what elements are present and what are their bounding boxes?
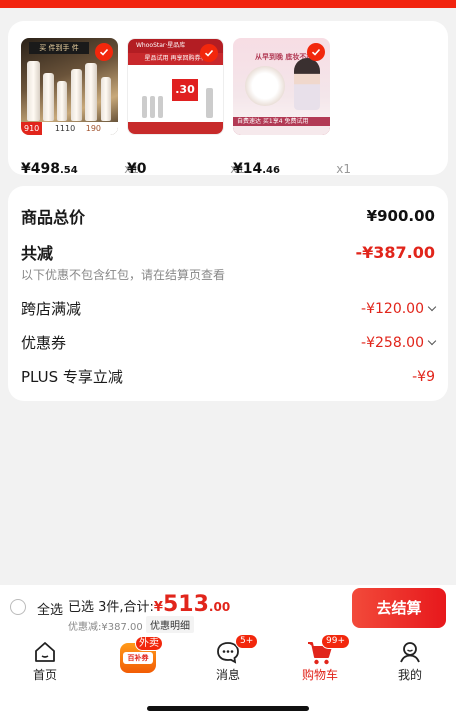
checkout-button[interactable]: 去结算: [352, 588, 446, 628]
discount-item-amount: -¥258.00: [361, 334, 424, 351]
top-status-bar: [0, 0, 456, 8]
product-item-3[interactable]: 从早到晚 底妆不掉 自费速达 买1享4 免费试用 ¥14.46 x1: [233, 38, 351, 177]
thumb-price-bar: 910 1110 190: [21, 122, 118, 135]
selected-count-text: 已选 3件,合计:: [68, 600, 154, 615]
tab-profile[interactable]: 我的: [375, 637, 445, 683]
selected-summary: 已选 3件,合计:¥513.00: [68, 592, 230, 617]
profile-icon: [375, 637, 445, 665]
cushion-compact-image: [245, 66, 285, 106]
product-card: 买 件到手 件 910 1110 190 ¥498.54 x1 WhooStar…: [8, 21, 448, 177]
total-price-row: 商品总价 ¥900.00: [21, 204, 435, 228]
cross-store-discount-row[interactable]: 跨店满减 -¥120.00: [21, 298, 437, 319]
product-thumbnail[interactable]: 从早到晚 底妆不掉 自费速达 买1享4 免费试用: [233, 38, 330, 135]
product-thumbnail[interactable]: WhooStar·星品库 星品试用 再享回购券礼 .30: [127, 38, 224, 135]
message-icon: 5+: [193, 634, 263, 665]
product-item-2[interactable]: WhooStar·星品库 星品试用 再享回购券礼 .30 ¥0 x1: [127, 38, 245, 177]
thumb-price-text: 1110: [54, 124, 76, 133]
price-main: ¥0: [127, 161, 147, 177]
plus-discount-row: PLUS 专享立减 -¥9: [21, 366, 435, 387]
total-decimal: .00: [208, 600, 231, 614]
message-badge: 5+: [235, 634, 259, 649]
discount-item-value: -¥258.00: [361, 334, 437, 351]
discount-item-amount: -¥120.00: [361, 300, 424, 317]
cart-badge: 99+: [321, 634, 350, 649]
discount-item-label: 跨店满减: [21, 300, 82, 318]
discount-total-label: 共减: [21, 244, 54, 263]
tab-home[interactable]: 首页: [10, 637, 80, 683]
takeout-badge: 外卖: [135, 636, 163, 651]
product-price: ¥14.46: [233, 161, 280, 177]
chevron-down-icon: [427, 302, 437, 311]
select-all-label[interactable]: 全选: [37, 599, 63, 618]
discount-note: 以下优惠不包含红包，请在结算页查看: [21, 268, 226, 282]
home-indicator: [147, 706, 309, 711]
bottle-image: [27, 61, 40, 121]
tab-label: 我的: [397, 668, 422, 682]
tab-label: 首页: [32, 668, 57, 682]
vial-image: [150, 96, 155, 118]
bottom-tab-bar: 首页 百补券 外卖 5+ 消息 99+ 购物车 我的: [0, 634, 456, 687]
thumb-price-end: 190: [85, 124, 102, 133]
check-icon[interactable]: [95, 43, 113, 61]
total-price-value: ¥900.00: [366, 207, 435, 225]
thumb-footer: [128, 122, 223, 134]
select-all-radio[interactable]: [10, 599, 26, 615]
discount-item-label: 优惠券: [21, 334, 67, 352]
cart-icon: 99+: [285, 634, 355, 665]
tab-messages[interactable]: 5+ 消息: [193, 634, 263, 683]
product-price: ¥0: [127, 161, 146, 177]
thumb-price-tag: 910: [21, 122, 43, 135]
product-thumbnail[interactable]: 买 件到手 件 910 1110 190: [21, 38, 118, 135]
discount-item-value: -¥120.00: [361, 300, 437, 317]
price-main: ¥14: [233, 161, 263, 177]
discount-item-label: PLUS 专享立减: [21, 368, 123, 386]
bottle-image: [43, 73, 54, 121]
vial-image: [142, 96, 147, 118]
chevron-down-icon: [427, 336, 437, 345]
price-decimal: .46: [262, 165, 280, 176]
total-integer: 513: [162, 592, 209, 617]
discount-total-row: 共减 -¥387.00: [21, 240, 435, 264]
vial-image: [206, 88, 213, 118]
bottle-image: [85, 63, 97, 121]
model-image: [294, 58, 320, 110]
bottle-image: [101, 77, 111, 121]
vial-image: [158, 96, 163, 118]
discount-item-value: -¥9: [412, 368, 435, 385]
bottle-image: [57, 81, 67, 121]
tab-label: 购物车: [301, 668, 338, 682]
thumb-tag: .30: [172, 79, 198, 101]
cart-total: ¥513.00: [153, 592, 231, 617]
check-icon[interactable]: [200, 44, 218, 62]
subsidy-label: 百补券: [123, 652, 153, 664]
product-price: ¥498.54: [21, 161, 78, 177]
discount-detail-button[interactable]: 优惠明细: [146, 616, 194, 633]
discount-amount-text: 优惠减:¥387.00: [68, 622, 143, 633]
tab-cart[interactable]: 99+ 购物车: [285, 634, 355, 683]
thumb-footer-strip: [233, 126, 330, 135]
bottle-image: [71, 69, 82, 121]
product-item-1[interactable]: 买 件到手 件 910 1110 190 ¥498.54 x1: [21, 38, 139, 177]
price-decimal: .54: [59, 165, 78, 176]
product-qty: x1: [336, 162, 351, 176]
thumb-banner: 买 件到手 件: [29, 42, 89, 54]
check-icon[interactable]: [307, 43, 325, 61]
tab-subsidy[interactable]: 百补券 外卖: [103, 636, 173, 677]
discount-total-value: -¥387.00: [355, 242, 435, 262]
home-icon: [10, 637, 80, 665]
thumb-foot-text: 自费速达 买1享4 免费试用: [237, 118, 309, 125]
subsidy-icon: 百补券 外卖: [103, 636, 173, 677]
tab-label: 消息: [215, 668, 240, 682]
price-main: ¥498: [21, 161, 60, 177]
price-summary-card: 商品总价 ¥900.00 共减 -¥387.00 以下优惠不包含红包，请在结算页…: [8, 186, 448, 401]
total-currency: ¥: [153, 600, 163, 615]
coupon-discount-row[interactable]: 优惠券 -¥258.00: [21, 332, 437, 353]
total-price-label: 商品总价: [21, 208, 86, 227]
